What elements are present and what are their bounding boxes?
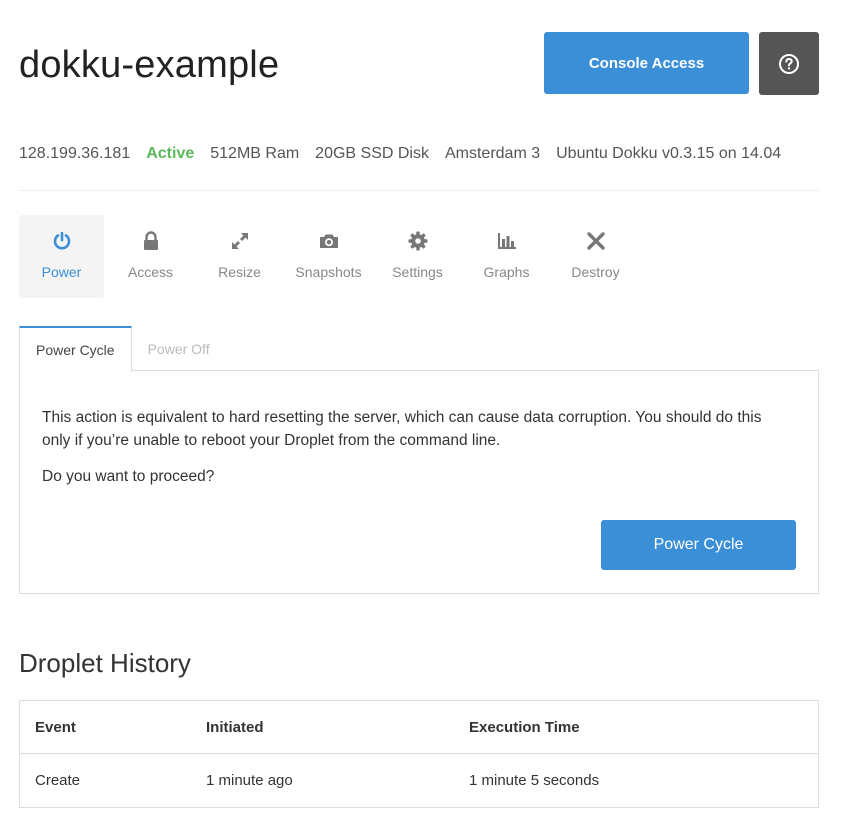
power-tabs: Power Cycle Power Off	[19, 326, 226, 372]
nav-item-resize[interactable]: Resize	[197, 215, 282, 298]
history-title: Droplet History	[19, 648, 191, 678]
nav-item-label: Settings	[392, 264, 443, 280]
nav-item-graphs[interactable]: Graphs	[464, 215, 549, 298]
question-circle-icon	[779, 53, 799, 74]
nav-item-label: Resize	[218, 264, 261, 280]
camera-icon	[318, 230, 340, 252]
execution-time-cell: 1 minute 5 seconds	[469, 772, 600, 789]
tab-power-off[interactable]: Power Off	[131, 326, 226, 371]
tab-power-cycle[interactable]: Power Cycle	[19, 326, 132, 372]
column-header: Initiated	[206, 718, 264, 736]
resize-icon	[229, 230, 251, 252]
nav-item-access[interactable]: Access	[108, 215, 193, 298]
divider	[19, 190, 819, 191]
power-cycle-description: This action is equivalent to hard resett…	[42, 409, 762, 449]
console-access-button[interactable]: Console Access	[544, 32, 749, 94]
help-button[interactable]	[759, 32, 819, 95]
column-header: Event	[35, 718, 76, 736]
power-cycle-button[interactable]: Power Cycle	[601, 520, 796, 570]
region-info: Amsterdam 3	[444, 145, 541, 162]
nav-item-label: Graphs	[483, 264, 530, 280]
gear-icon	[407, 230, 429, 252]
column-header: Execution Time	[469, 718, 580, 736]
droplet-meta: 128.199.36.181 Active 512MB Ram 20GB SSD…	[19, 145, 797, 163]
nav-item-destroy[interactable]: Destroy	[553, 215, 638, 298]
nav-item-label: Access	[127, 264, 174, 280]
droplet-nav: Power Access Resize Snapshots Settings G…	[19, 215, 642, 298]
page-title: dokku-example	[19, 44, 280, 86]
nav-item-settings[interactable]: Settings	[375, 215, 460, 298]
lock-icon	[140, 230, 162, 252]
status-badge: Active	[146, 145, 195, 162]
initiated-cell: 1 minute ago	[206, 772, 293, 789]
close-icon	[585, 230, 607, 252]
nav-item-snapshots[interactable]: Snapshots	[286, 215, 371, 298]
bar-chart-icon	[496, 230, 518, 252]
nav-item-label: Power	[41, 264, 82, 280]
image-info: Ubuntu Dokku v0.3.15 on 14.04	[556, 145, 782, 162]
event-cell: Create	[35, 772, 81, 789]
nav-item-power[interactable]: Power	[19, 215, 104, 298]
ram-info: 512MB Ram	[210, 145, 300, 162]
proceed-question: Do you want to proceed?	[42, 468, 215, 485]
table-row: Create 1 minute ago 1 minute 5 seconds	[20, 754, 818, 807]
nav-item-label: Destroy	[571, 264, 620, 280]
history-table: Event Initiated Execution Time Create 1 …	[19, 700, 819, 808]
disk-info: 20GB SSD Disk	[315, 145, 429, 162]
table-header: Event Initiated Execution Time	[20, 701, 818, 754]
power-cycle-panel: This action is equivalent to hard resett…	[19, 370, 819, 594]
power-icon	[51, 230, 73, 252]
ip-address: 128.199.36.181	[19, 145, 131, 162]
nav-item-label: Snapshots	[295, 264, 362, 280]
